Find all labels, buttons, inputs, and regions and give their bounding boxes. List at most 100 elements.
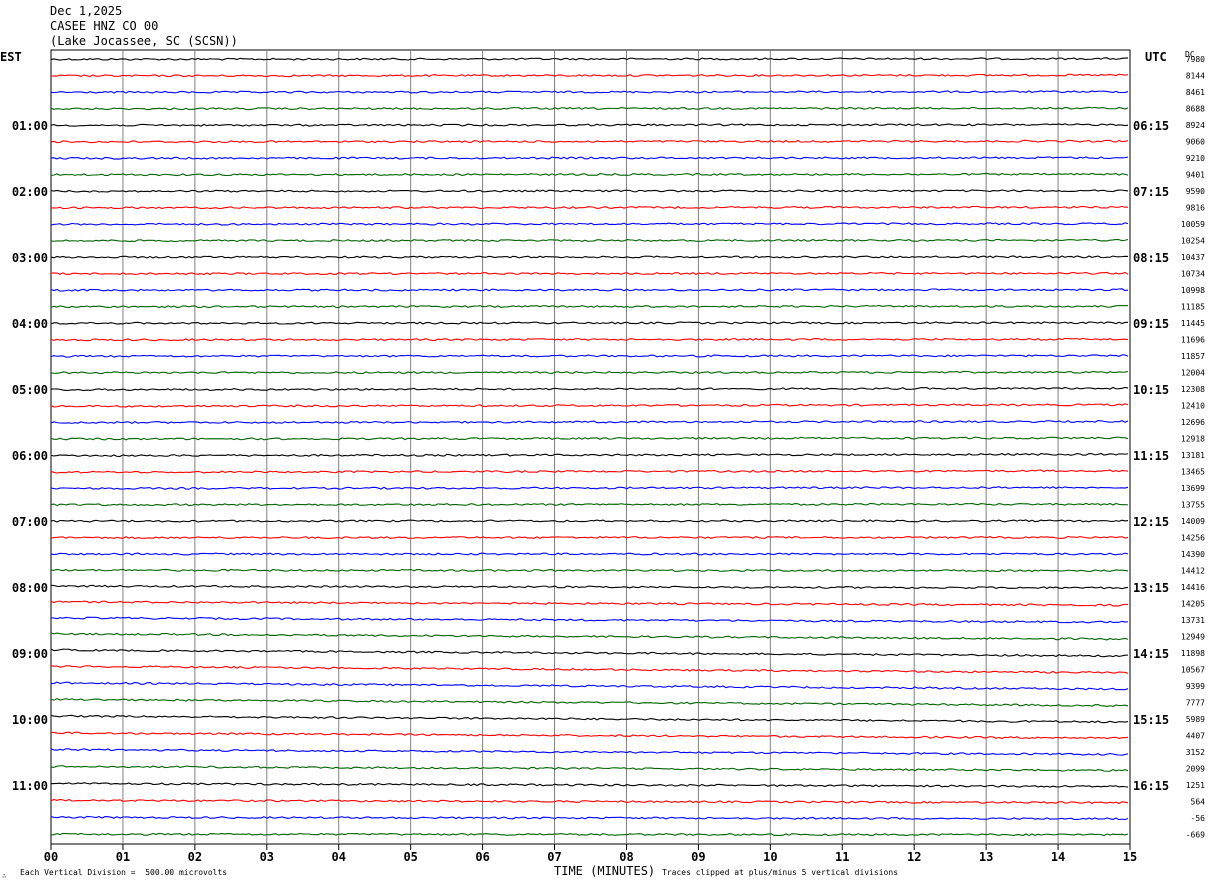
seismic-trace	[50, 419, 1129, 425]
dc-offset-label: 564	[1191, 798, 1206, 807]
seismic-trace	[50, 106, 1129, 111]
dc-offset-label: 2099	[1186, 765, 1205, 774]
seismic-trace	[50, 648, 1129, 658]
est-hour-label: 04:00	[12, 317, 48, 331]
x-tick-label: 03	[260, 850, 274, 864]
seismic-trace	[50, 222, 1129, 226]
x-tick-label: 05	[403, 850, 417, 864]
x-tick-label: 09	[691, 850, 705, 864]
seismic-trace	[50, 632, 1129, 641]
dc-offset-label: 14412	[1181, 567, 1205, 576]
dc-offset-label: 11185	[1181, 303, 1205, 312]
dc-offset-label: 4407	[1186, 732, 1205, 741]
seismic-trace	[50, 681, 1129, 691]
dc-offset-label: 10437	[1181, 253, 1205, 262]
dc-offset-label: 10059	[1181, 220, 1205, 229]
seismic-trace	[50, 271, 1129, 276]
dc-offset-label: 9590	[1186, 187, 1205, 196]
est-hour-label: 09:00	[12, 647, 48, 661]
seismic-trace	[50, 782, 1129, 788]
dc-offset-label: 13699	[1181, 484, 1205, 493]
dc-offset-label: 8461	[1186, 88, 1205, 97]
dc-offset-label: 10254	[1181, 237, 1205, 246]
seismic-trace	[50, 664, 1129, 674]
est-hour-label: 01:00	[12, 119, 48, 133]
seismic-trace	[50, 552, 1129, 556]
dc-offset-label: 12696	[1181, 418, 1205, 427]
dc-offset-label: 12308	[1181, 385, 1205, 394]
seismic-trace	[50, 123, 1129, 127]
seismic-trace	[50, 337, 1129, 342]
seismic-trace	[50, 748, 1129, 756]
x-tick-label: 07	[547, 850, 561, 864]
est-hour-label: 06:00	[12, 449, 48, 463]
seismic-trace	[50, 354, 1129, 358]
seismic-trace	[50, 205, 1129, 210]
dc-offset-label: 11445	[1181, 319, 1205, 328]
seismic-trace	[50, 321, 1129, 325]
utc-hour-label: 08:15	[1133, 251, 1169, 265]
seismic-trace	[50, 731, 1129, 740]
seismic-trace	[50, 452, 1129, 457]
est-hour-label: 02:00	[12, 185, 48, 199]
seismic-trace	[50, 568, 1129, 573]
est-hour-label: 10:00	[12, 713, 48, 727]
seismic-trace	[50, 172, 1129, 177]
seismic-trace	[50, 697, 1129, 707]
dc-offset-label: 10998	[1181, 286, 1205, 295]
seismic-trace	[50, 714, 1129, 724]
x-tick-label: 10	[763, 850, 777, 864]
utc-hour-label: 12:15	[1133, 515, 1169, 529]
dc-offset-label: 11696	[1181, 336, 1205, 345]
seismic-trace	[50, 765, 1129, 772]
helicorder-plot: 00 01 02 03 04 05 06 07 08 09 10 11 12 13 14 15 7980 8144…	[12, 49, 1206, 864]
seismic-trace	[50, 189, 1129, 193]
dc-offset-label: 9399	[1186, 682, 1205, 691]
dc-offset-label: 8688	[1186, 105, 1205, 114]
dc-offset-label: 9210	[1186, 154, 1205, 163]
seismic-trace	[50, 502, 1129, 507]
seismic-trace	[50, 469, 1129, 474]
dc-offset-label: 14009	[1181, 517, 1205, 526]
seismic-trace	[50, 57, 1129, 61]
seismic-trace	[50, 486, 1129, 490]
seismic-trace	[50, 238, 1129, 243]
seismic-trace	[50, 370, 1129, 375]
dc-offset-label: 13465	[1181, 468, 1205, 477]
x-tick-label: 11	[835, 850, 849, 864]
seismic-trace	[50, 304, 1129, 309]
dc-offset-label: 13755	[1181, 501, 1205, 510]
seismic-trace	[50, 600, 1129, 607]
seismic-trace	[50, 255, 1129, 259]
est-hour-label: 11:00	[12, 779, 48, 793]
plot-frame	[50, 49, 1131, 845]
utc-hour-label: 09:15	[1133, 317, 1169, 331]
est-hour-label: 08:00	[12, 581, 48, 595]
dc-offset-label: 11857	[1181, 352, 1205, 361]
utc-hour-label: 16:15	[1133, 779, 1169, 793]
utc-hour-label: 11:15	[1133, 449, 1169, 463]
dc-offset-label: 1251	[1186, 781, 1205, 790]
dc-offset-label: 12410	[1181, 402, 1205, 411]
dc-offset-label: 8924	[1186, 121, 1205, 130]
est-hour-label: 05:00	[12, 383, 48, 397]
seismic-trace	[50, 832, 1129, 837]
seismic-trace	[50, 815, 1129, 821]
dc-offset-label: 11898	[1181, 649, 1205, 658]
x-tick-label: 08	[619, 850, 633, 864]
x-tick-label: 14	[1051, 850, 1065, 864]
utc-hour-label: 06:15	[1133, 119, 1169, 133]
seismic-trace	[50, 584, 1129, 590]
x-tick-label: 04	[332, 850, 346, 864]
dc-offset-label: 9060	[1186, 138, 1205, 147]
dc-offset-label: 13731	[1181, 616, 1205, 625]
seismic-trace	[50, 139, 1129, 144]
seismic-trace	[50, 90, 1129, 94]
dc-offset-label: 14256	[1181, 534, 1205, 543]
dc-offset-label: 5989	[1186, 715, 1205, 724]
seismic-trace	[50, 288, 1129, 292]
dc-offset-label: 7980	[1186, 55, 1205, 64]
scale-note: Each Vertical Division = 500.00 microvol…	[20, 868, 228, 877]
x-tick-label: 06	[475, 850, 489, 864]
dc-offset-label: 10734	[1181, 270, 1205, 279]
